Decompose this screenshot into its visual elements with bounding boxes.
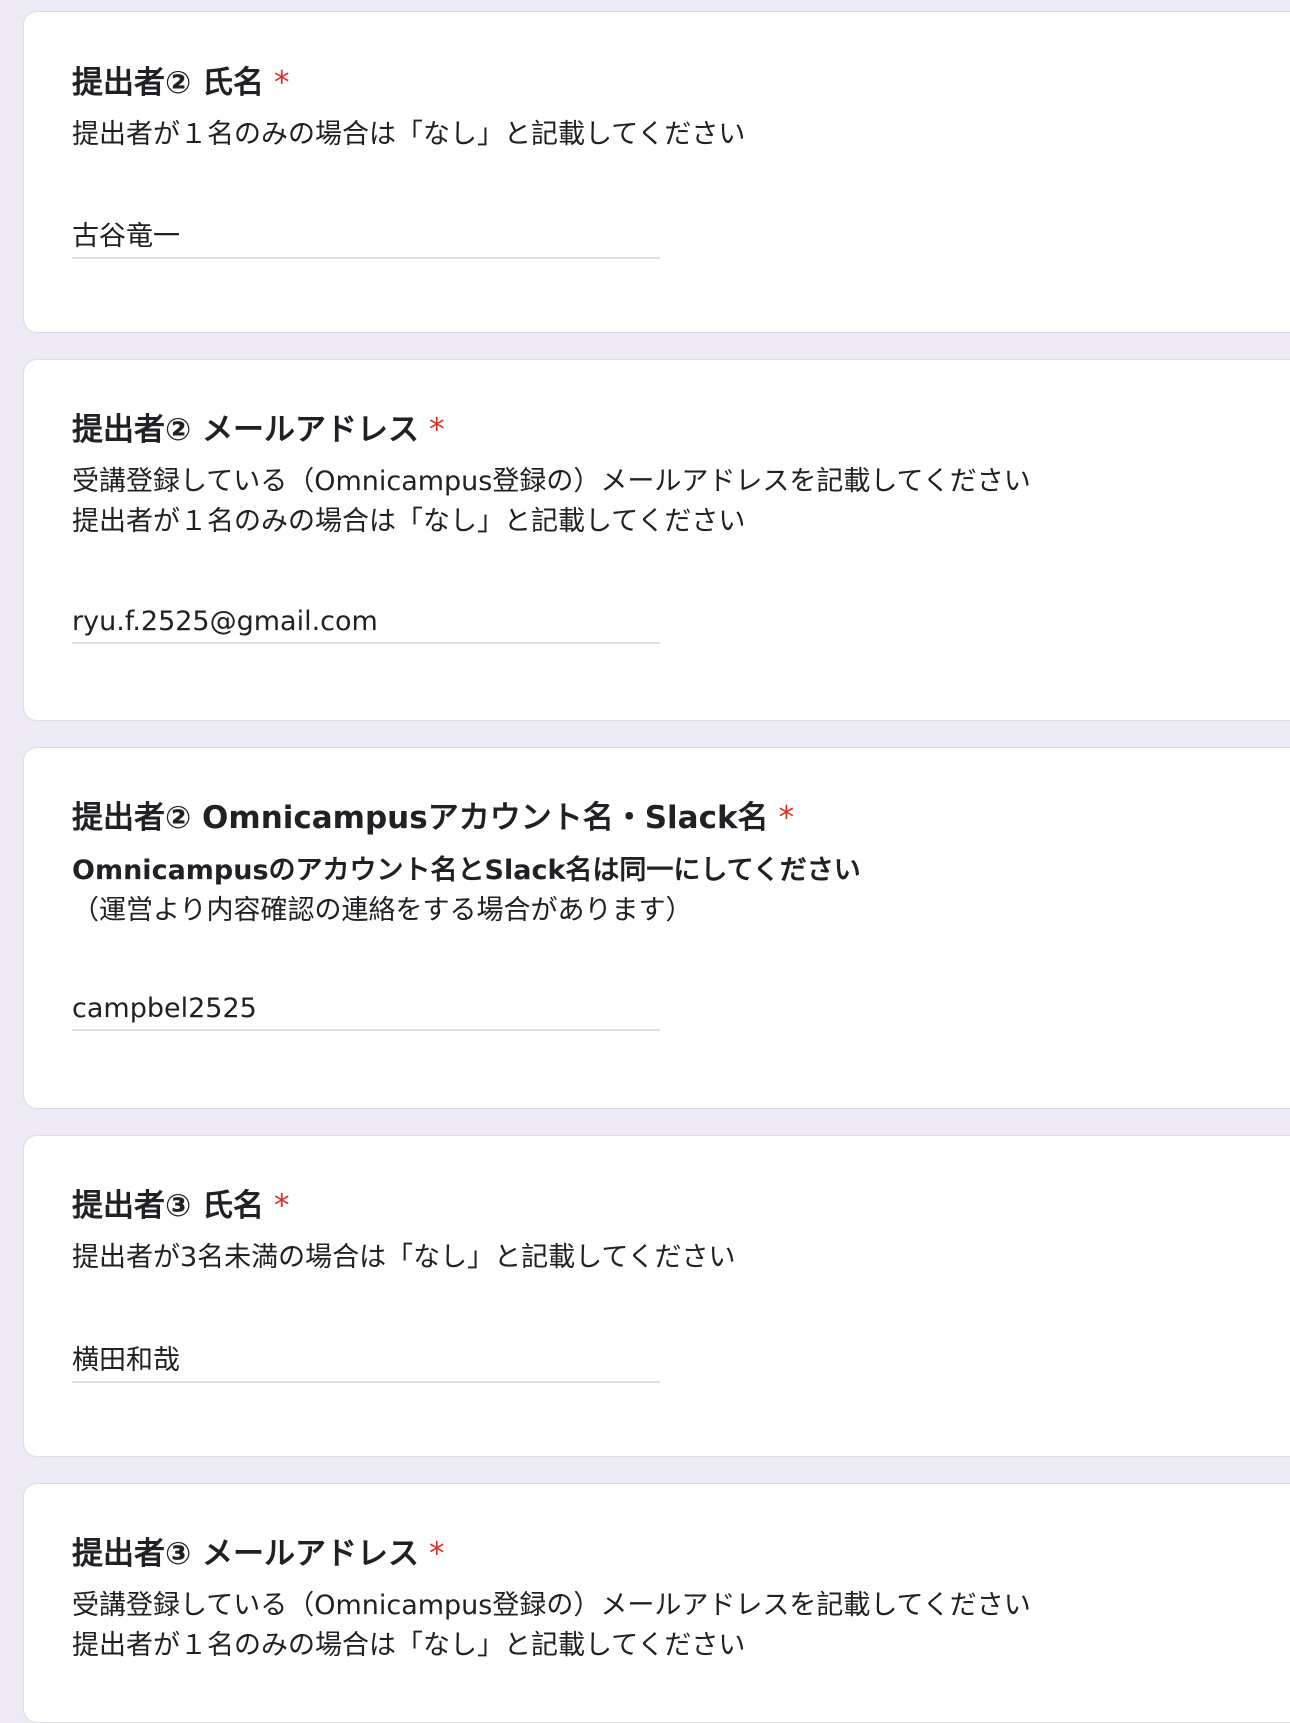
- required-asterisk: *: [429, 1536, 445, 1572]
- question-description: 提出者が１名のみの場合は「なし」と記載してください: [72, 115, 745, 155]
- answer-input[interactable]: 古谷竜一: [72, 217, 660, 259]
- description-line: 受講登録している（Omnicampus登録の）メールアドレスを記載してください: [72, 1590, 1031, 1621]
- question-title-text: 提出者③ メールアドレス: [72, 1536, 420, 1572]
- question-card: 提出者② 氏名 * 提出者が１名のみの場合は「なし」と記載してください 古谷竜一: [23, 11, 1290, 333]
- question-title-text: 提出者② 氏名: [72, 65, 265, 101]
- description-line: 提出者が3名未満の場合は「なし」と記載してください: [72, 1242, 736, 1273]
- question-title: 提出者② Omnicampusアカウント名・Slack名 *: [72, 798, 794, 838]
- description-line: 提出者が１名のみの場合は「なし」と記載してください: [72, 506, 746, 537]
- question-title: 提出者② メールアドレス *: [72, 410, 445, 450]
- description-bold-line: Omnicampusのアカウント名とSlack名は同一にしてください: [72, 855, 861, 886]
- description-line: （運営より内容確認の連絡をする場合があります）: [72, 895, 693, 926]
- answer-input[interactable]: 横田和哉: [72, 1341, 660, 1383]
- required-asterisk: *: [429, 412, 445, 448]
- question-description: 提出者が3名未満の場合は「なし」と記載してください: [72, 1238, 736, 1278]
- description-line: 受講登録している（Omnicampus登録の）メールアドレスを記載してください: [72, 466, 1031, 497]
- question-title: 提出者③ 氏名 *: [72, 1186, 290, 1226]
- question-title: 提出者③ メールアドレス *: [72, 1534, 445, 1574]
- answer-input[interactable]: campbel2525: [72, 989, 660, 1031]
- required-asterisk: *: [274, 1188, 290, 1224]
- question-title: 提出者② 氏名 *: [72, 63, 290, 103]
- question-title-text: 提出者② メールアドレス: [72, 412, 420, 448]
- description-line: 提出者が１名のみの場合は「なし」と記載してください: [72, 1630, 746, 1661]
- question-card: 提出者③ メールアドレス * 受講登録している（Omnicampus登録の）メール…: [23, 1483, 1290, 1723]
- required-asterisk: *: [274, 65, 290, 101]
- question-title-text: 提出者③ 氏名: [72, 1188, 265, 1224]
- description-line: 提出者が１名のみの場合は「なし」と記載してください: [72, 119, 746, 150]
- required-asterisk: *: [778, 800, 795, 836]
- question-title-text: 提出者② Omnicampusアカウント名・Slack名: [72, 800, 769, 836]
- answer-input[interactable]: ryu.f.2525@gmail.com: [72, 602, 660, 644]
- question-description: 受講登録している（Omnicampus登録の）メールアドレスを記載してください …: [72, 462, 1031, 542]
- question-description: 受講登録している（Omnicampus登録の）メールアドレスを記載してください …: [72, 1586, 1031, 1666]
- question-card: 提出者② メールアドレス * 受講登録している（Omnicampus登録の）メール…: [23, 359, 1290, 721]
- question-card: 提出者③ 氏名 * 提出者が3名未満の場合は「なし」と記載してください 横田和哉: [23, 1135, 1290, 1457]
- question-card: 提出者② Omnicampusアカウント名・Slack名 * Omnicampus…: [23, 747, 1290, 1109]
- question-description: Omnicampusのアカウント名とSlack名は同一にしてください （運営より…: [72, 851, 861, 931]
